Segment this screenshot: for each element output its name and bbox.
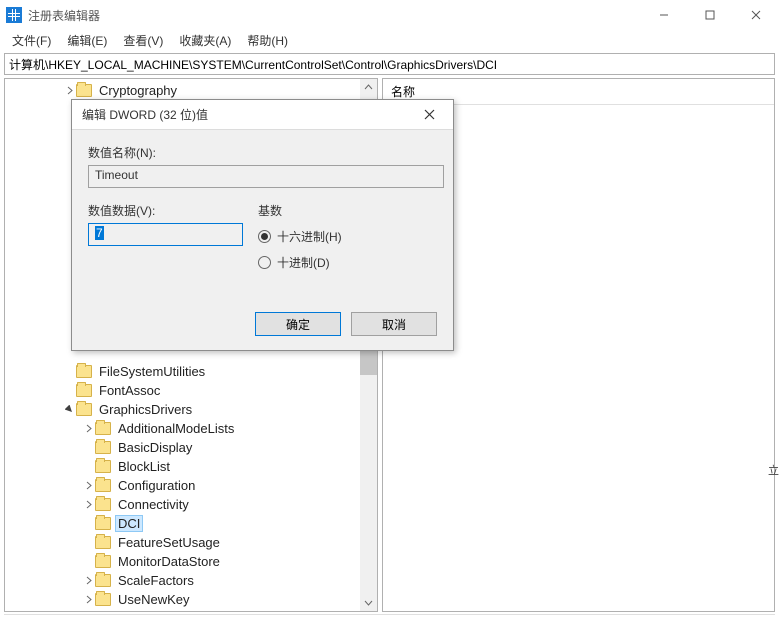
folder-icon <box>95 460 111 473</box>
expand-icon[interactable] <box>81 424 95 433</box>
expand-icon[interactable] <box>62 86 76 95</box>
folder-icon <box>95 498 111 511</box>
regedit-icon <box>6 7 22 23</box>
value-data-field[interactable]: 7 <box>88 223 243 246</box>
radio-dec-icon <box>258 256 271 269</box>
address-path: 计算机\HKEY_LOCAL_MACHINE\SYSTEM\CurrentCon… <box>9 56 497 73</box>
dialog-title: 编辑 DWORD (32 位)值 <box>82 106 208 123</box>
tree-row[interactable]: UseNewKey <box>5 590 377 609</box>
statusbar <box>4 614 775 634</box>
expand-icon[interactable] <box>62 405 76 414</box>
folder-icon <box>76 365 92 378</box>
titlebar: 注册表编辑器 <box>0 0 779 30</box>
folder-icon <box>95 422 111 435</box>
tree-row[interactable]: GraphicsDrivers <box>5 400 377 419</box>
menu-view[interactable]: 查看(V) <box>115 30 171 51</box>
tree-label: BlockList <box>115 458 173 475</box>
radio-hex[interactable]: 十六进制(H) <box>258 227 437 245</box>
value-data-label: 数值数据(V): <box>88 202 258 219</box>
tree-row[interactable]: FeatureSetUsage <box>5 533 377 552</box>
tree-label: FileSystemUtilities <box>96 363 208 380</box>
menu-favorites[interactable]: 收藏夹(A) <box>171 30 239 51</box>
tree-label: MonitorDataStore <box>115 553 223 570</box>
base-label: 基数 <box>258 202 437 219</box>
menu-edit[interactable]: 编辑(E) <box>59 30 115 51</box>
menubar: 文件(F) 编辑(E) 查看(V) 收藏夹(A) 帮助(H) <box>0 30 779 51</box>
tree-row[interactable]: Connectivity <box>5 495 377 514</box>
folder-icon <box>95 536 111 549</box>
folder-icon <box>95 479 111 492</box>
close-button[interactable] <box>733 0 779 30</box>
dialog-body: 数值名称(N): Timeout 数值数据(V): 7 基数 十六进制(H) 十… <box>72 130 453 300</box>
tree-row[interactable]: DCI <box>5 514 377 533</box>
folder-icon <box>76 403 92 416</box>
tree-label: BasicDisplay <box>115 439 195 456</box>
side-hint: 立 <box>768 462 779 478</box>
value-name-field[interactable]: Timeout <box>88 165 444 188</box>
window-controls <box>641 0 779 30</box>
value-name-label: 数值名称(N): <box>88 144 437 161</box>
expand-icon[interactable] <box>81 595 95 604</box>
minimize-button[interactable] <box>641 0 687 30</box>
dialog-buttons: 确定 取消 <box>72 300 453 350</box>
scroll-down-icon[interactable] <box>360 594 377 611</box>
tree-label: DCI <box>115 515 143 532</box>
tree-row[interactable]: FileSystemUtilities <box>5 362 377 381</box>
tree-row[interactable]: Configuration <box>5 476 377 495</box>
folder-icon <box>95 517 111 530</box>
folder-icon <box>76 384 92 397</box>
scroll-up-icon[interactable] <box>360 79 377 96</box>
radio-hex-label: 十六进制(H) <box>277 228 342 245</box>
expand-icon[interactable] <box>81 500 95 509</box>
tree-label: ScaleFactors <box>115 572 197 589</box>
radio-dec[interactable]: 十进制(D) <box>258 253 437 271</box>
tree-row[interactable]: Cryptography <box>5 81 377 100</box>
tree-row[interactable]: FontAssoc <box>5 381 377 400</box>
menu-help[interactable]: 帮助(H) <box>239 30 296 51</box>
folder-icon <box>76 84 92 97</box>
maximize-button[interactable] <box>687 0 733 30</box>
radio-dec-label: 十进制(D) <box>277 254 330 271</box>
tree-label: AdditionalModeLists <box>115 420 237 437</box>
menu-file[interactable]: 文件(F) <box>4 30 59 51</box>
tree-label: Connectivity <box>115 496 192 513</box>
tree-row[interactable]: MonitorDataStore <box>5 552 377 571</box>
edit-dword-dialog: 编辑 DWORD (32 位)值 数值名称(N): Timeout 数值数据(V… <box>71 99 454 351</box>
tree-row[interactable]: ScaleFactors <box>5 571 377 590</box>
expand-icon[interactable] <box>81 576 95 585</box>
folder-icon <box>95 555 111 568</box>
folder-icon <box>95 593 111 606</box>
radio-hex-icon <box>258 230 271 243</box>
folder-icon <box>95 441 111 454</box>
cancel-button[interactable]: 取消 <box>351 312 437 336</box>
tree-row[interactable]: BlockList <box>5 457 377 476</box>
folder-icon <box>95 574 111 587</box>
window-title: 注册表编辑器 <box>28 7 100 24</box>
tree-label: FeatureSetUsage <box>115 534 223 551</box>
expand-icon[interactable] <box>81 481 95 490</box>
tree-row[interactable]: AdditionalModeLists <box>5 419 377 438</box>
address-bar[interactable]: 计算机\HKEY_LOCAL_MACHINE\SYSTEM\CurrentCon… <box>4 53 775 75</box>
tree-label: Configuration <box>115 477 198 494</box>
dialog-close-button[interactable] <box>415 101 443 129</box>
tree-label: FontAssoc <box>96 382 163 399</box>
tree-row[interactable]: BasicDisplay <box>5 438 377 457</box>
ok-button[interactable]: 确定 <box>255 312 341 336</box>
tree-label: UseNewKey <box>115 591 193 608</box>
tree-label: GraphicsDrivers <box>96 401 195 418</box>
dialog-titlebar[interactable]: 编辑 DWORD (32 位)值 <box>72 100 453 130</box>
tree-label: Cryptography <box>96 82 180 99</box>
